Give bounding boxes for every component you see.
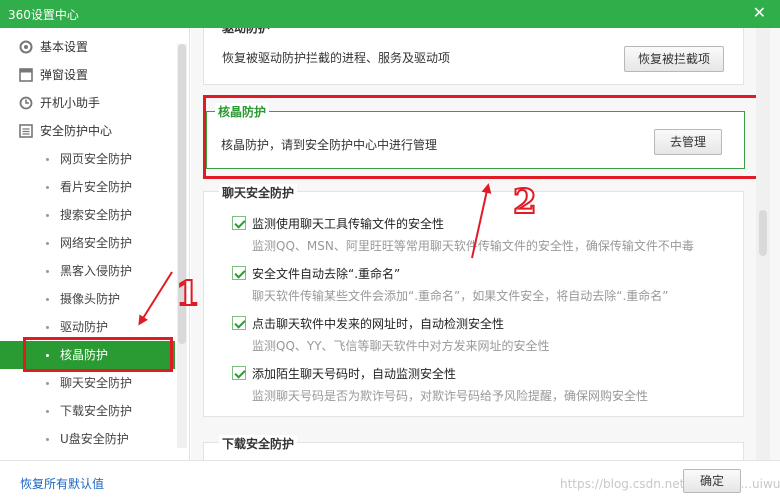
window-title: 360设置中心: [8, 8, 79, 22]
bullet-icon: [46, 242, 49, 245]
sidebar-item-label: 摄像头防护: [60, 292, 121, 306]
option-label: 点击聊天软件中发来的网址时，自动检测安全性: [252, 317, 505, 331]
checkbox[interactable]: [232, 316, 246, 330]
close-icon[interactable]: ✕: [753, 3, 766, 22]
bullet-icon: [46, 270, 49, 273]
restore-defaults-link[interactable]: 恢复所有默认值: [20, 475, 104, 492]
content-scrollbar[interactable]: [756, 28, 770, 460]
sidebar-item-label: 搜索安全防护: [60, 208, 133, 222]
footer: 恢复所有默认值 https://blog.csdn.net/weixin_4..…: [0, 460, 780, 500]
sidebar-scrollbar[interactable]: [177, 44, 187, 448]
sidebar: 基本设置 弹窗设置 开机小助手 安全防护中心 网页安全防护 看片安全防护 搜索安…: [0, 28, 190, 460]
sidebar-item-label: 看片安全防护: [60, 180, 133, 194]
sidebar-item-security-center[interactable]: 安全防护中心: [0, 117, 175, 145]
sidebar-item-video-protection[interactable]: 看片安全防护: [0, 173, 175, 201]
bullet-icon: [46, 438, 49, 441]
option-description: 监测QQ、MSN、阿里旺旺等常用聊天软件传输文件的安全性，确保传输文件不中毒: [252, 239, 694, 253]
sidebar-item-search-protection[interactable]: 搜索安全防护: [0, 201, 175, 229]
option-label: 监测使用聊天工具传输文件的安全性: [252, 217, 445, 231]
sidebar-item-label: 网络安全防护: [60, 236, 133, 250]
sidebar-item-download-protection[interactable]: 下载安全防护: [0, 397, 175, 425]
bullet-icon: [46, 410, 49, 413]
sidebar-item-network-protection[interactable]: 网络安全防护: [0, 229, 175, 257]
sidebar-item-usb-protection[interactable]: U盘安全防护: [0, 425, 175, 453]
section-driver-protection: 驱动防护 恢复被驱动防护拦截的进程、服务及驱动项 恢复被拦截项: [203, 28, 744, 85]
watermark: https://blog.csdn.net/weixin_4...uiwu: [560, 477, 780, 491]
bullet-icon: [46, 298, 49, 301]
option-description: 聊天软件传输某些文件会添加“.重命名”，如果文件安全，将自动去除“.重命名”: [252, 289, 669, 303]
section-title: 下载安全防护: [219, 435, 298, 452]
sidebar-item-label: U盘安全防护: [60, 432, 129, 446]
checkbox[interactable]: [232, 266, 246, 280]
bullet-icon: [46, 326, 49, 329]
sidebar-item-boot-assistant[interactable]: 开机小助手: [0, 89, 175, 117]
sidebar-item-label: 驱动防护: [60, 320, 109, 334]
sidebar-item-web-protection[interactable]: 网页安全防护: [0, 145, 175, 173]
section-title: 驱动防护: [219, 28, 274, 36]
sidebar-item-label: 黑客入侵防护: [60, 264, 133, 278]
sidebar-item-hacker-protection[interactable]: 黑客入侵防护: [0, 257, 175, 285]
bullet-icon: [46, 186, 49, 189]
checkbox[interactable]: [232, 366, 246, 380]
annotation-highlight-hexin: [203, 95, 761, 179]
checkbox[interactable]: [232, 216, 246, 230]
section-download-protection: 下载安全防护: [203, 435, 744, 460]
bullet-icon: [46, 382, 49, 385]
option-label: 添加陌生聊天号码时，自动监测安全性: [252, 367, 457, 381]
option-label: 安全文件自动去除“.重命名”: [252, 267, 401, 281]
settings-content: 驱动防护 恢复被驱动防护拦截的进程、服务及驱动项 恢复被拦截项 核晶防护 核晶防…: [191, 28, 780, 460]
sidebar-item-popup-settings[interactable]: 弹窗设置: [0, 61, 175, 89]
sidebar-item-basic-settings[interactable]: 基本设置: [0, 33, 175, 61]
sidebar-item-label: 开机小助手: [40, 96, 101, 110]
list-icon: [19, 124, 33, 138]
option-description: 监测QQ、YY、飞信等聊天软件中对方发来网址的安全性: [252, 339, 550, 353]
annotation-label-2: 2: [512, 181, 538, 223]
window-icon: [19, 68, 33, 82]
section-description: 恢复被驱动防护拦截的进程、服务及驱动项: [222, 51, 451, 65]
sidebar-item-label: 下载安全防护: [60, 404, 133, 418]
sidebar-item-label: 弹窗设置: [40, 68, 89, 82]
section-chat-protection: 聊天安全防护 监测使用聊天工具传输文件的安全性 监测QQ、MSN、阿里旺旺等常用…: [203, 184, 744, 417]
annotation-label-1: 1: [175, 273, 201, 315]
gear-icon: [19, 40, 33, 54]
sidebar-item-camera-protection[interactable]: 摄像头防护: [0, 285, 175, 313]
bullet-icon: [46, 214, 49, 217]
scrollbar-thumb[interactable]: [759, 210, 767, 256]
title-bar: 360设置中心 ✕: [0, 0, 780, 28]
ok-button[interactable]: 确定: [683, 469, 741, 493]
sidebar-item-label: 网页安全防护: [60, 152, 133, 166]
clock-icon: [19, 96, 33, 110]
sidebar-item-label: 基本设置: [40, 40, 89, 54]
option-description: 监测聊天号码是否为欺诈号码，对欺诈号码给予风险提醒，确保网购安全性: [252, 389, 649, 403]
annotation-highlight-sidebar: [23, 337, 173, 372]
bullet-icon: [46, 158, 49, 161]
sidebar-item-label: 聊天安全防护: [60, 376, 133, 390]
restore-blocked-button[interactable]: 恢复被拦截项: [624, 46, 724, 72]
section-title: 聊天安全防护: [219, 184, 298, 201]
sidebar-item-chat-protection[interactable]: 聊天安全防护: [0, 369, 175, 397]
sidebar-item-label: 安全防护中心: [40, 124, 113, 138]
